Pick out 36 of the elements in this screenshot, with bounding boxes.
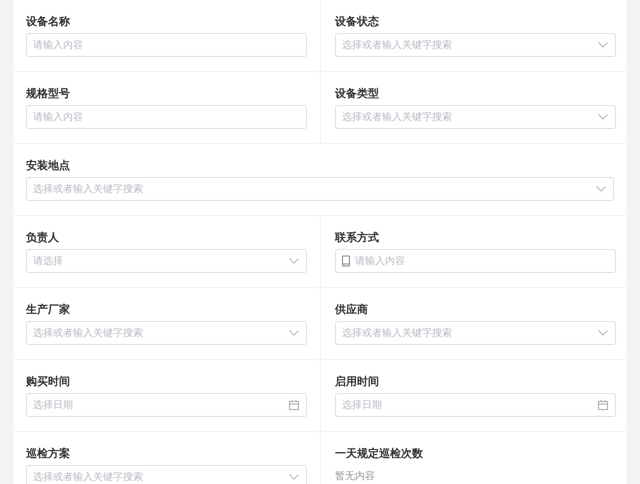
chevron-down-icon xyxy=(289,474,299,480)
field-label: 巡检方案 xyxy=(26,446,71,462)
chevron-down-icon xyxy=(598,330,608,336)
field-label: 生产厂家 xyxy=(26,302,71,318)
field-label: 启用时间 xyxy=(335,374,380,390)
date-field[interactable]: 选择日期 xyxy=(335,393,616,417)
chevron-down-icon xyxy=(598,114,608,120)
field-label: 设备类型 xyxy=(335,86,380,102)
empty-value-text: 暂无内容 xyxy=(335,470,376,484)
select-field[interactable]: 选择或者输入关键字搜索 xyxy=(335,105,616,129)
date-field[interactable]: 选择日期 xyxy=(26,393,307,417)
chevron-down-icon xyxy=(596,186,606,192)
select-field[interactable]: 选择或者输入关键字搜索 xyxy=(26,177,614,201)
field-label: 一天规定巡检次数 xyxy=(335,446,424,462)
select-field[interactable]: 选择或者输入关键字搜索 xyxy=(335,33,616,57)
calendar-icon xyxy=(598,400,608,410)
field-label: 负责人 xyxy=(26,230,60,246)
field-label: 联系方式 xyxy=(335,230,380,246)
field-label: 设备状态 xyxy=(335,14,380,30)
field-label: 购买时间 xyxy=(26,374,71,390)
field-label: 规格型号 xyxy=(26,86,71,102)
input-field[interactable]: 请输入内容 xyxy=(26,33,307,57)
select-field[interactable]: 选择或者输入关键字搜索 xyxy=(26,465,307,484)
select-field[interactable]: 选择或者输入关键字搜索 xyxy=(26,321,307,345)
chevron-down-icon xyxy=(289,258,299,264)
select-field[interactable]: 请选择 xyxy=(26,249,307,273)
input-field[interactable]: 请输入内容 xyxy=(335,249,616,273)
chevron-down-icon xyxy=(598,42,608,48)
field-label: 安装地点 xyxy=(26,158,71,174)
input-field[interactable]: 请输入内容 xyxy=(26,105,307,129)
field-label: 设备名称 xyxy=(26,14,71,30)
calendar-icon xyxy=(289,400,299,410)
chevron-down-icon xyxy=(289,330,299,336)
phone-icon xyxy=(342,256,350,266)
select-field[interactable]: 选择或者输入关键字搜索 xyxy=(335,321,616,345)
field-label: 供应商 xyxy=(335,302,369,318)
